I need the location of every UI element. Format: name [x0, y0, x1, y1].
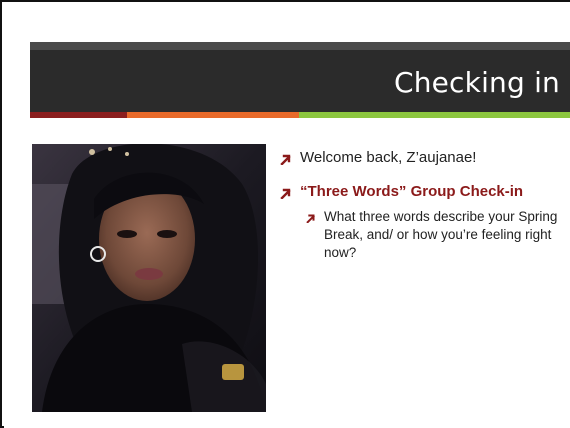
accent-color-bar [30, 112, 570, 118]
sub-bullet-text: What three words describe your Spring Br… [324, 209, 558, 260]
bullet-item: Welcome back, Z’aujanae! [280, 148, 570, 168]
slide-title: Checking in [393, 66, 560, 99]
accent-segment-red [30, 112, 127, 118]
title-band: Checking in [30, 42, 570, 112]
arrow-bullet-icon [280, 184, 300, 202]
slide: Checking in Welcome back, Z’aujanae! “Th… [4, 4, 570, 428]
bullet-text: Welcome back, Z’aujanae! [300, 149, 477, 166]
arrow-bullet-icon [280, 150, 300, 168]
sub-bullet-item: What three words describe your Spring Br… [306, 208, 570, 262]
title-top-strip [30, 42, 570, 50]
bullet-list: Welcome back, Z’aujanae! “Three Words” G… [280, 148, 570, 262]
slide-frame: Checking in Welcome back, Z’aujanae! “Th… [0, 0, 570, 428]
portrait-photo [32, 144, 266, 412]
arrow-bullet-icon [306, 209, 324, 227]
accent-segment-orange [127, 112, 299, 118]
bullet-item: “Three Words” Group Check-in [280, 182, 570, 202]
accent-segment-green [299, 112, 570, 118]
bullet-text-emphasis: “Three Words” Group Check-in [300, 183, 524, 200]
